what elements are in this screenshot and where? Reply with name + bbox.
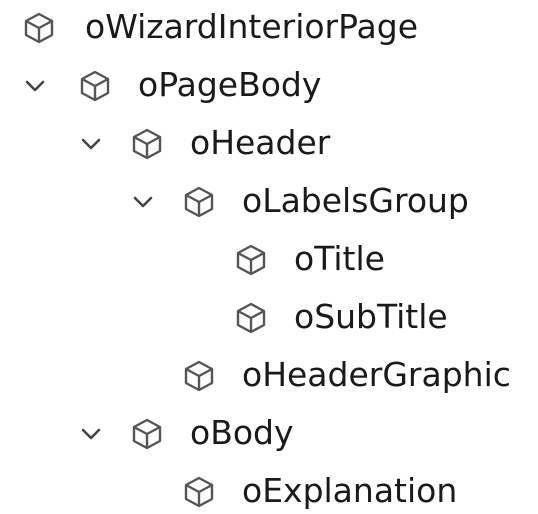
tree-item-oheader[interactable]: oHeader xyxy=(0,116,360,174)
chevron-down-icon[interactable] xyxy=(18,71,52,101)
tree-item-label: oHeader xyxy=(190,123,331,162)
chevron-down-icon[interactable] xyxy=(74,419,108,449)
tree-item-label: oLabelsGroup xyxy=(242,181,469,220)
tree-item-owizardinteriorpage[interactable]: oWizardInteriorPage xyxy=(0,0,460,58)
cube-icon xyxy=(130,417,164,451)
tree-item-opagebody[interactable]: oPageBody xyxy=(0,58,360,116)
cube-icon xyxy=(182,475,216,509)
chevron-down-icon[interactable] xyxy=(74,129,108,159)
tree-item-obody[interactable]: oBody xyxy=(0,406,330,464)
cube-icon xyxy=(22,11,56,45)
object-tree: oWizardInteriorPage oPageBody oHeader oL… xyxy=(0,0,538,512)
tree-item-label: oSubTitle xyxy=(294,297,448,336)
cube-icon xyxy=(182,185,216,219)
tree-item-label: oWizardInteriorPage xyxy=(85,7,419,46)
cube-icon xyxy=(234,301,268,335)
tree-item-otitle[interactable]: oTitle xyxy=(0,232,400,290)
tree-item-label: oExplanation xyxy=(242,471,458,510)
tree-item-olabelsgroup[interactable]: oLabelsGroup xyxy=(0,174,490,232)
tree-item-label: oTitle xyxy=(294,239,385,278)
cube-icon xyxy=(182,359,216,393)
cube-icon xyxy=(78,69,112,103)
tree-item-osubtitle[interactable]: oSubTitle xyxy=(0,290,460,348)
cube-icon xyxy=(234,243,268,277)
tree-item-label: oBody xyxy=(190,413,294,452)
tree-item-label: oHeaderGraphic xyxy=(242,355,511,394)
chevron-down-icon[interactable] xyxy=(126,187,160,217)
tree-item-label: oPageBody xyxy=(138,65,322,104)
cube-icon xyxy=(130,127,164,161)
tree-item-oexplanation[interactable]: oExplanation xyxy=(0,464,490,512)
tree-item-oheadergraphic[interactable]: oHeaderGraphic xyxy=(0,348,530,406)
